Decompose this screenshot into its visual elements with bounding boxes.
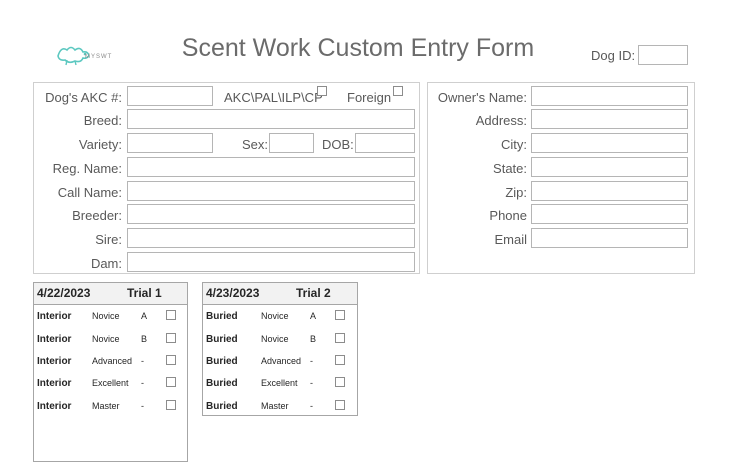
- trial-class: Interior: [37, 311, 72, 322]
- trial-2-entry-checkbox[interactable]: [335, 400, 345, 410]
- reg-name-field[interactable]: [127, 157, 415, 177]
- trial-level: Novice: [92, 311, 120, 321]
- trial-level: Novice: [261, 311, 289, 321]
- sire-label: Sire:: [95, 232, 122, 247]
- sex-label: Sex:: [242, 137, 269, 152]
- trial-2-row: Buried Advanced -: [203, 355, 357, 376]
- variety-label: Variety:: [78, 137, 122, 152]
- trial-1-panel: 4/22/2023 Trial 1 Interior Novice A Inte…: [33, 282, 188, 462]
- zip-label: Zip:: [505, 185, 527, 200]
- breeder-field[interactable]: [127, 204, 415, 224]
- akc-number-field[interactable]: [127, 86, 213, 106]
- trial-class: Interior: [37, 356, 72, 367]
- variety-field[interactable]: [127, 133, 213, 153]
- trial-2-row: Buried Master -: [203, 400, 357, 421]
- phone-label: Phone: [489, 208, 527, 223]
- trial-1-entry-checkbox[interactable]: [166, 355, 176, 365]
- trial-section: -: [141, 378, 144, 388]
- akc-number-label: Dog's AKC #:: [45, 90, 122, 105]
- trial-1-row: Interior Excellent -: [34, 377, 187, 398]
- breed-field[interactable]: [127, 109, 415, 129]
- trial-class: Buried: [206, 356, 238, 367]
- reg-name-label: Reg. Name:: [52, 161, 122, 176]
- trial-section: -: [141, 401, 144, 411]
- trial-class: Buried: [206, 378, 238, 389]
- owner-name-field[interactable]: [531, 86, 688, 106]
- trial-level: Excellent: [92, 378, 129, 388]
- dog-id-label: Dog ID:: [591, 48, 636, 63]
- trial-section: -: [310, 401, 313, 411]
- sire-field[interactable]: [127, 228, 415, 248]
- breed-label: Breed:: [83, 113, 122, 128]
- trial-level: Novice: [92, 334, 120, 344]
- reg-type-label: AKC\PAL\ILP\CP: [224, 90, 323, 105]
- trial-section: B: [310, 334, 317, 344]
- trial-2-entry-checkbox[interactable]: [335, 310, 345, 320]
- trial-1-date: 4/22/2023: [37, 286, 91, 300]
- call-name-field[interactable]: [127, 181, 415, 201]
- trial-1-header: 4/22/2023 Trial 1: [34, 283, 187, 305]
- trial-level: Master: [92, 401, 120, 411]
- trial-section: B: [141, 334, 148, 344]
- trial-class: Interior: [37, 378, 72, 389]
- trial-1-entry-checkbox[interactable]: [166, 377, 176, 387]
- trial-2-entry-checkbox[interactable]: [335, 355, 345, 365]
- state-label: State:: [493, 161, 527, 176]
- trial-2-entry-checkbox[interactable]: [335, 333, 345, 343]
- foreign-checkbox[interactable]: [393, 86, 403, 96]
- dog-id-field[interactable]: [638, 45, 688, 65]
- trial-class: Buried: [206, 311, 238, 322]
- trial-level: Advanced: [261, 356, 302, 366]
- city-field[interactable]: [531, 133, 688, 153]
- address-label: Address:: [475, 113, 527, 128]
- trial-1-row: Interior Novice B: [34, 333, 187, 354]
- trial-section: A: [141, 311, 148, 321]
- dob-label: DOB:: [322, 137, 354, 152]
- trial-1-entry-checkbox[interactable]: [166, 333, 176, 343]
- email-field[interactable]: [531, 228, 688, 248]
- dob-field[interactable]: [355, 133, 415, 153]
- sex-field[interactable]: [269, 133, 314, 153]
- trial-class: Buried: [206, 401, 238, 412]
- call-name-label: Call Name:: [57, 185, 122, 200]
- trial-level: Novice: [261, 334, 289, 344]
- trial-level: Master: [261, 401, 289, 411]
- trial-2-row: Buried Excellent -: [203, 377, 357, 398]
- trial-2-row: Buried Novice B: [203, 333, 357, 354]
- trial-2-date: 4/23/2023: [206, 286, 260, 300]
- trial-2-row: Buried Novice A: [203, 310, 357, 331]
- trial-1-row: Interior Master -: [34, 400, 187, 421]
- trial-2-name: Trial 2: [296, 286, 331, 300]
- city-label: City:: [501, 137, 527, 152]
- reg-type-checkbox[interactable]: [317, 86, 327, 96]
- trial-2-panel: 4/23/2023 Trial 2 Buried Novice A Buried…: [202, 282, 358, 416]
- zip-field[interactable]: [531, 181, 688, 201]
- phone-field[interactable]: [531, 204, 688, 224]
- breeder-label: Breeder:: [72, 208, 122, 223]
- trial-section: -: [310, 356, 313, 366]
- trial-1-entry-checkbox[interactable]: [166, 400, 176, 410]
- trial-class: Interior: [37, 401, 72, 412]
- dam-label: Dam:: [90, 256, 122, 271]
- trial-2-entry-checkbox[interactable]: [335, 377, 345, 387]
- trial-1-row: Interior Novice A: [34, 310, 187, 331]
- trial-level: Advanced: [92, 356, 133, 366]
- trial-section: -: [310, 378, 313, 388]
- trial-2-header: 4/23/2023 Trial 2: [203, 283, 357, 305]
- trial-level: Excellent: [261, 378, 298, 388]
- trial-class: Interior: [37, 334, 72, 345]
- dam-field[interactable]: [127, 252, 415, 272]
- state-field[interactable]: [531, 157, 688, 177]
- owner-name-label: Owner's Name:: [437, 90, 527, 105]
- address-field[interactable]: [531, 109, 688, 129]
- trial-section: A: [310, 311, 317, 321]
- trial-1-name: Trial 1: [127, 286, 162, 300]
- trial-1-row: Interior Advanced -: [34, 355, 187, 376]
- trial-section: -: [141, 356, 144, 366]
- trial-1-entry-checkbox[interactable]: [166, 310, 176, 320]
- trial-class: Buried: [206, 334, 238, 345]
- foreign-label: Foreign: [347, 90, 392, 105]
- email-label: Email: [494, 232, 527, 247]
